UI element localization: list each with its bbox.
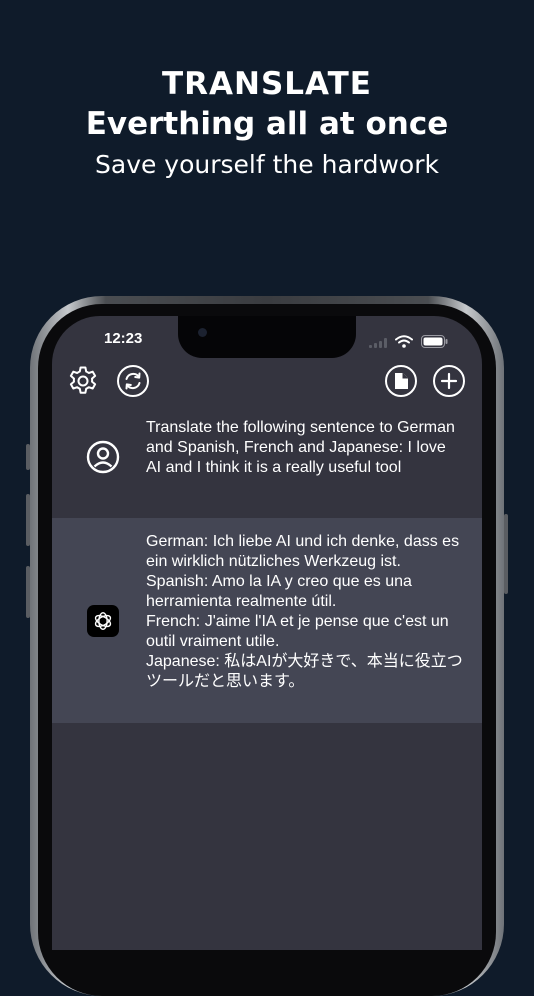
- user-avatar-icon: [86, 440, 120, 474]
- signal-icon: [369, 333, 387, 352]
- assistant-avatar: [86, 604, 120, 638]
- refresh-icon[interactable]: [116, 364, 150, 398]
- battery-icon: [421, 333, 448, 352]
- headline-title: TRANSLATE: [162, 66, 372, 102]
- status-time: 12:23: [104, 330, 143, 347]
- assistant-message-text: German: Ich liebe AI und ich denke, dass…: [146, 533, 463, 690]
- gear-icon[interactable]: [66, 364, 100, 398]
- user-message-row: Translate the following sentence to Germ…: [52, 414, 482, 518]
- user-message-text: Translate the following sentence to Germ…: [146, 419, 460, 476]
- app-screen: 12:23 Translate the following sentence t…: [52, 316, 482, 950]
- status-indicators: [369, 333, 448, 352]
- wifi-icon: [395, 333, 413, 352]
- phone-side-button-right: [504, 514, 508, 594]
- add-icon[interactable]: [432, 364, 466, 398]
- openai-logo-icon: [87, 605, 119, 637]
- headline-subtitle: Everthing all at once: [85, 106, 449, 142]
- headline-tagline: Save yourself the hardwork: [95, 150, 439, 179]
- phone-side-button-left-2: [26, 494, 30, 546]
- assistant-message-row: German: Ich liebe AI und ich denke, dass…: [52, 518, 482, 723]
- phone-side-button-left-1: [26, 444, 30, 470]
- history-icon[interactable]: [384, 364, 418, 398]
- front-camera: [198, 328, 207, 337]
- dynamic-island: [178, 316, 356, 358]
- phone-side-button-left-3: [26, 566, 30, 618]
